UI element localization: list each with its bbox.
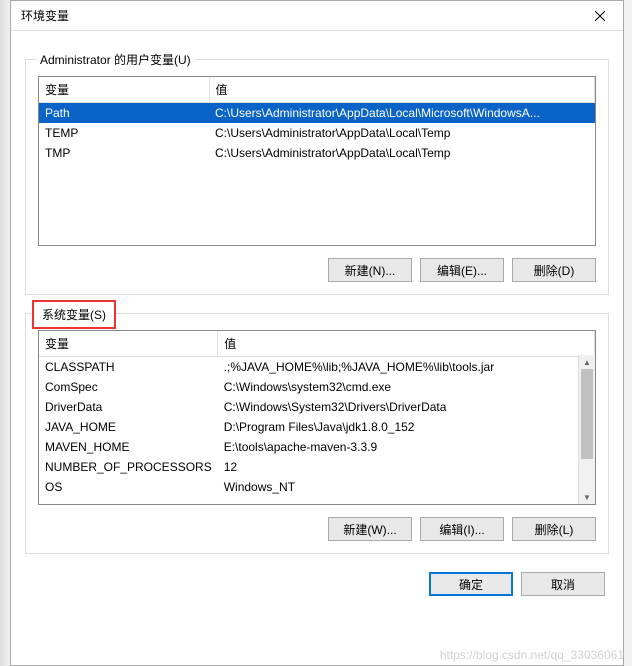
table-row[interactable]: CLASSPATH .;%JAVA_HOME%\lib;%JAVA_HOME%\… [39,357,595,378]
user-edit-button[interactable]: 编辑(E)... [420,258,504,282]
user-delete-button[interactable]: 删除(D) [512,258,596,282]
scroll-up-icon[interactable]: ▲ [579,355,595,369]
close-icon [595,11,605,21]
cell-val: .;%JAVA_HOME%\lib;%JAVA_HOME%\lib\tools.… [218,357,595,378]
scroll-down-icon[interactable]: ▼ [579,490,595,504]
table-header-row: 变量 值 [39,331,595,357]
close-button[interactable] [579,2,621,30]
cell-val: 12 [218,457,595,477]
system-new-button[interactable]: 新建(W)... [328,517,412,541]
user-vars-buttons: 新建(N)... 编辑(E)... 删除(D) [38,258,596,282]
cell-val: C:\Windows\System32\Drivers\DriverData [218,397,595,417]
cell-var: TEMP [39,123,209,143]
scroll-thumb[interactable] [581,369,593,459]
table-row[interactable]: Path C:\Users\Administrator\AppData\Loca… [39,103,595,124]
cell-var: Path [39,103,209,124]
table-row[interactable]: DriverData C:\Windows\System32\Drivers\D… [39,397,595,417]
cell-var: TMP [39,143,209,163]
col-value[interactable]: 值 [218,331,595,357]
table-header-row: 变量 值 [39,77,595,103]
col-variable[interactable]: 变量 [39,77,209,103]
user-vars-table-wrap: 变量 值 Path C:\Users\Administrator\AppData… [38,76,596,246]
cell-var: DriverData [39,397,218,417]
user-new-button[interactable]: 新建(N)... [328,258,412,282]
cell-var: ComSpec [39,377,218,397]
col-variable[interactable]: 变量 [39,331,218,357]
system-vars-table-wrap: 变量 值 CLASSPATH .;%JAVA_HOME%\lib;%JAVA_H… [38,330,596,505]
cell-val: E:\tools\apache-maven-3.3.9 [218,437,595,457]
table-row[interactable]: TEMP C:\Users\Administrator\AppData\Loca… [39,123,595,143]
cell-val: D:\Program Files\Java\jdk1.8.0_152 [218,417,595,437]
cell-var: JAVA_HOME [39,417,218,437]
table-row[interactable]: MAVEN_HOME E:\tools\apache-maven-3.3.9 [39,437,595,457]
table-row[interactable]: TMP C:\Users\Administrator\AppData\Local… [39,143,595,163]
cell-var: NUMBER_OF_PROCESSORS [39,457,218,477]
cell-var: OS [39,477,218,497]
left-edge-shadow [0,0,10,666]
cell-val: C:\Users\Administrator\AppData\Local\Tem… [209,123,595,143]
user-vars-table[interactable]: 变量 值 Path C:\Users\Administrator\AppData… [39,77,595,163]
cell-val: C:\Users\Administrator\AppData\Local\Tem… [209,143,595,163]
cell-var: MAVEN_HOME [39,437,218,457]
dialog-bottom-buttons: 确定 取消 [25,572,609,596]
system-edit-button[interactable]: 编辑(I)... [420,517,504,541]
user-vars-group: Administrator 的用户变量(U) 变量 值 Path C:\User… [25,59,609,295]
system-vars-buttons: 新建(W)... 编辑(I)... 删除(L) [38,517,596,541]
table-row[interactable]: JAVA_HOME D:\Program Files\Java\jdk1.8.0… [39,417,595,437]
table-row[interactable]: NUMBER_OF_PROCESSORS 12 [39,457,595,477]
col-value[interactable]: 值 [209,77,595,103]
window-title: 环境变量 [21,7,69,24]
user-vars-legend: Administrator 的用户变量(U) [36,51,195,68]
scrollbar[interactable]: ▲ ▼ [578,355,595,504]
cancel-button[interactable]: 取消 [521,572,605,596]
cell-val: C:\Windows\system32\cmd.exe [218,377,595,397]
ok-button[interactable]: 确定 [429,572,513,596]
titlebar[interactable]: 环境变量 [11,1,623,31]
table-row[interactable]: OS Windows_NT [39,477,595,497]
env-vars-dialog: 环境变量 Administrator 的用户变量(U) 变量 值 [10,0,624,666]
cell-val: C:\Users\Administrator\AppData\Local\Mic… [209,103,595,124]
system-vars-table[interactable]: 变量 值 CLASSPATH .;%JAVA_HOME%\lib;%JAVA_H… [39,331,595,497]
system-vars-group: 系统变量(S) 变量 值 CLASSPATH .;%JAVA_HOME%\lib… [25,313,609,554]
watermark-text: https://blog.csdn.net/qq_33036061 [440,648,624,662]
table-row[interactable]: ComSpec C:\Windows\system32\cmd.exe [39,377,595,397]
cell-val: Windows_NT [218,477,595,497]
system-delete-button[interactable]: 删除(L) [512,517,596,541]
system-vars-legend: 系统变量(S) [32,300,116,329]
cell-var: CLASSPATH [39,357,218,378]
